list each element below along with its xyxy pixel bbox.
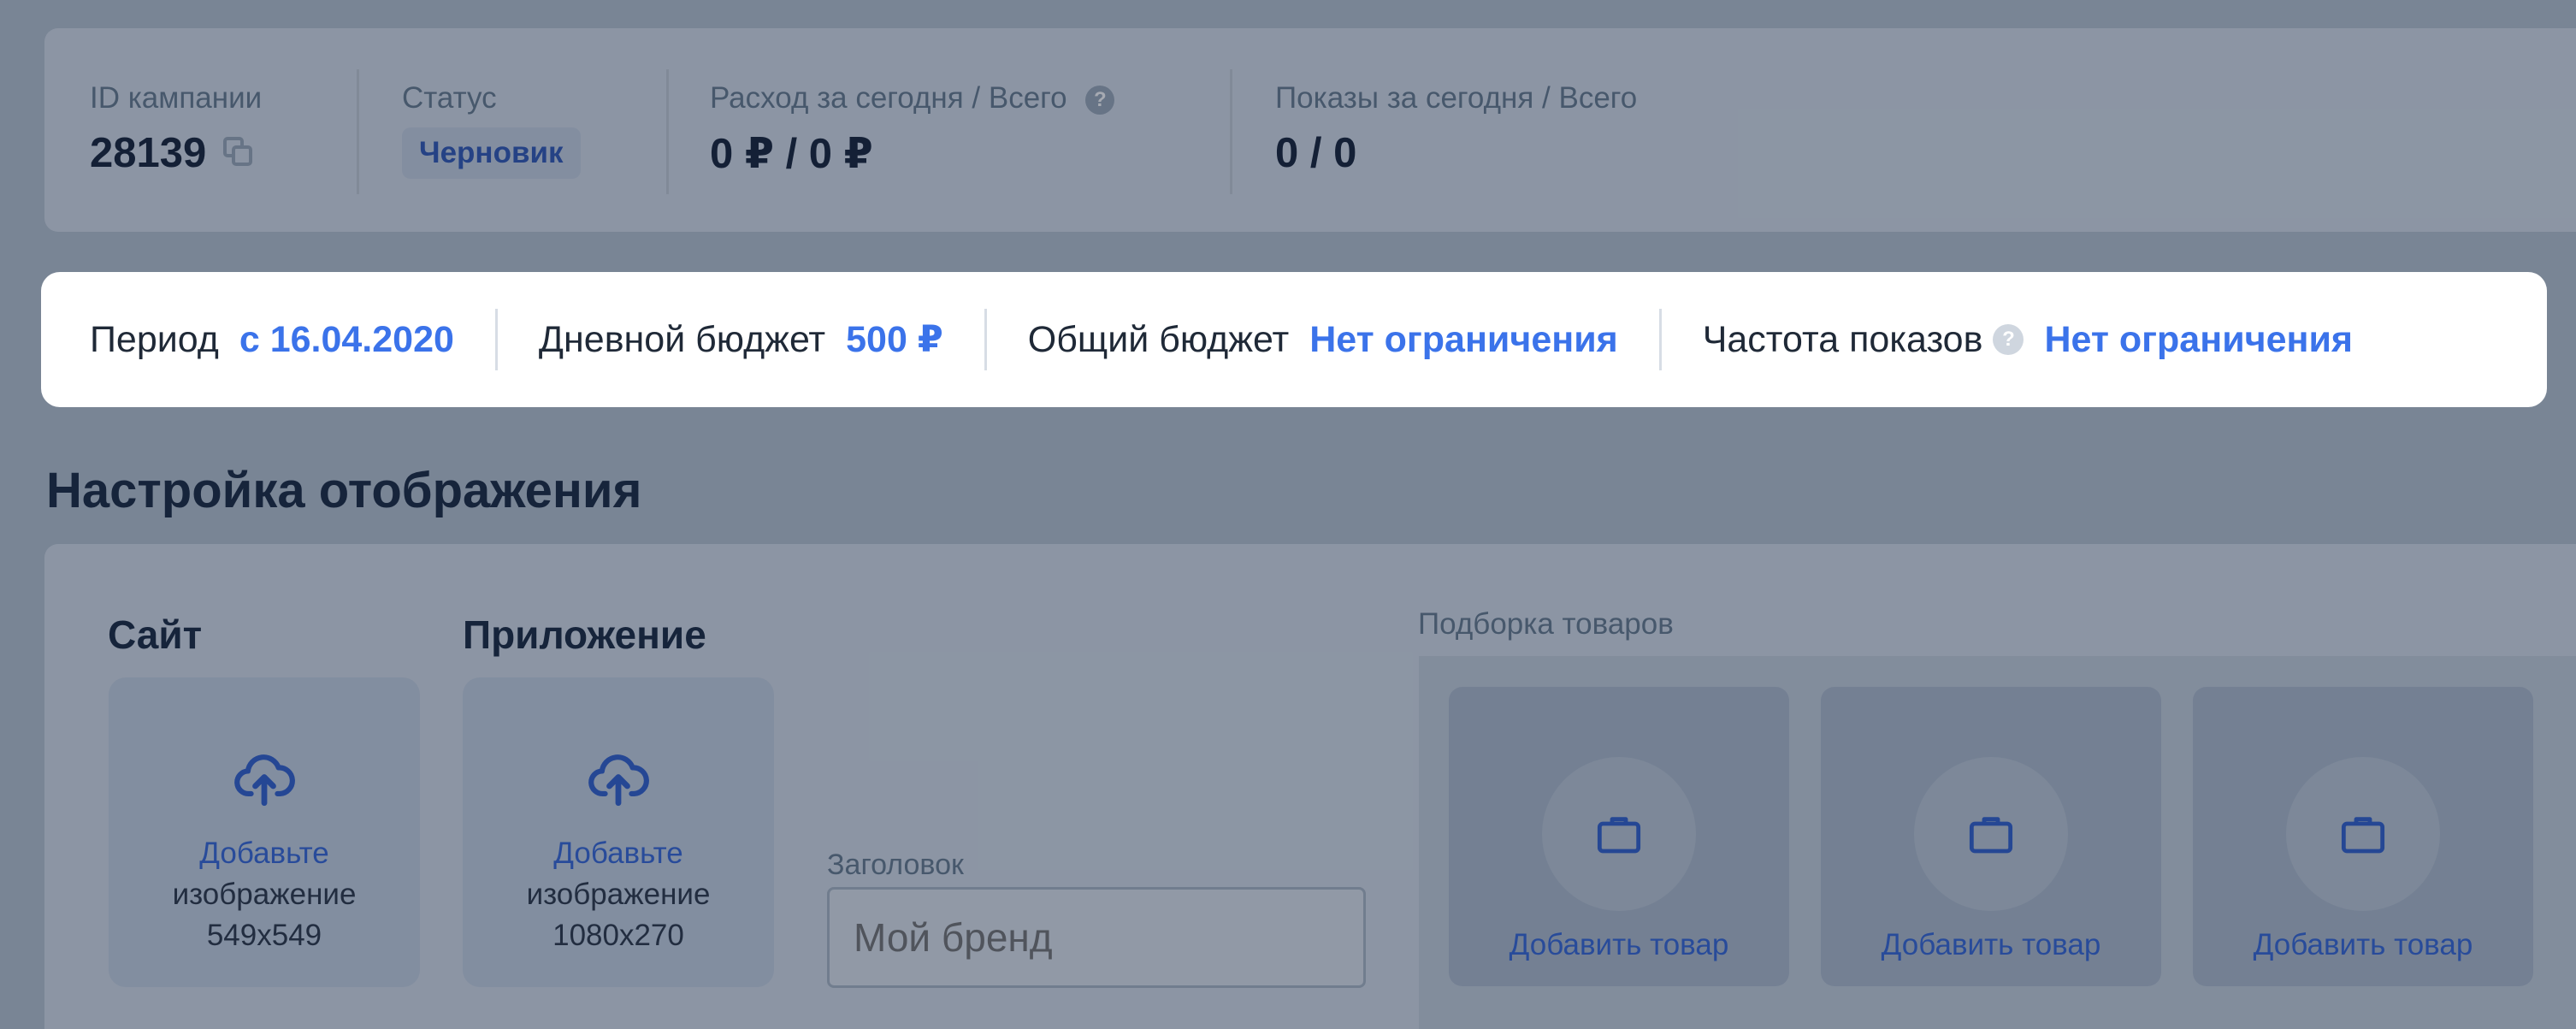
total-budget-value[interactable]: Нет ограничения: [1309, 319, 1618, 361]
period-value[interactable]: с 16.04.2020: [239, 319, 454, 361]
divider: [984, 309, 987, 370]
period-label: Период: [90, 318, 219, 360]
modal-overlay[interactable]: [0, 0, 2576, 1029]
total-budget-item[interactable]: Общий бюджет Нет ограничения: [1028, 319, 1618, 361]
divider: [494, 309, 498, 370]
budget-settings-bar: Период с 16.04.2020 Дневной бюджет 500 ₽…: [41, 272, 2547, 407]
frequency-value[interactable]: Нет ограничения: [2044, 319, 2353, 361]
frequency-label: Частота показов: [1702, 318, 1983, 360]
daily-budget-value[interactable]: 500 ₽: [846, 318, 943, 361]
help-icon[interactable]: ?: [1993, 324, 2024, 355]
daily-budget-label: Дневной бюджет: [538, 318, 826, 360]
divider: [1658, 309, 1662, 370]
daily-budget-item[interactable]: Дневной бюджет 500 ₽: [539, 318, 943, 361]
period-item[interactable]: Период с 16.04.2020: [90, 319, 454, 361]
total-budget-label: Общий бюджет: [1027, 318, 1290, 360]
frequency-item[interactable]: Частота показов ? Нет ограничения: [1703, 319, 2353, 361]
